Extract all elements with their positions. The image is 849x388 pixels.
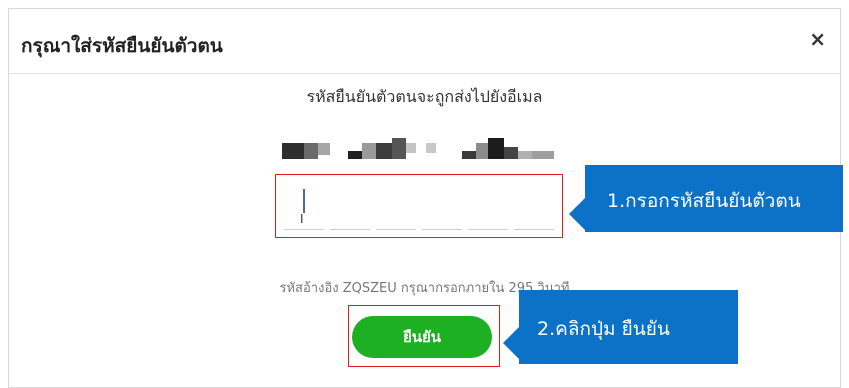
ibeam-cursor-icon: I: [300, 212, 304, 226]
masked-email: [282, 138, 557, 160]
confirm-button[interactable]: ยืนยัน: [352, 316, 492, 358]
step1-callout: 1.กรอกรหัสยืนยันตัวตน: [585, 165, 843, 232]
step2-callout: 2.คลิกปุ่ม ยืนยัน: [519, 290, 738, 364]
code-digit-slot[interactable]: [376, 229, 416, 230]
code-digit-slot[interactable]: [468, 229, 508, 230]
instruction-text: รหัสยืนยันตัวตนจะถูกส่งไปยังอีเมล: [306, 87, 543, 106]
close-icon[interactable]: ×: [809, 29, 826, 49]
code-digit-slot[interactable]: [422, 229, 462, 230]
code-digit-slot[interactable]: [284, 229, 324, 230]
code-digit-slot[interactable]: [514, 229, 554, 230]
callout-pointer: [569, 198, 585, 230]
callout-pointer: [503, 327, 519, 359]
verification-code-input[interactable]: I: [275, 174, 563, 238]
modal-title: กรุณาใส่รหัสยืนยันตัวตน: [21, 35, 223, 57]
text-caret: [303, 189, 305, 213]
code-digit-slot[interactable]: [330, 229, 370, 230]
modal-header: กรุณาใส่รหัสยืนยันตัวตน ×: [9, 9, 840, 74]
